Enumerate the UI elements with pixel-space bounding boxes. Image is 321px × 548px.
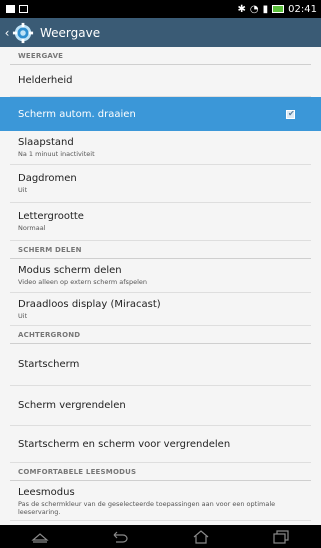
setting-summary: Video alleen op extern scherm afspelen [18,278,147,286]
setting-leesmodus[interactable]: Leesmodus Pas de schermkleur van de gese… [10,481,311,521]
battery-icon [272,5,285,13]
action-bar: ‹ Weergave [0,18,321,47]
collapse-icon[interactable] [30,529,50,545]
section-header-scherm-delen: SCHERM DELEN [10,241,311,259]
up-navigation-icon[interactable]: ‹ [2,26,12,40]
setting-dagdromen[interactable]: Dagdromen Uit [10,165,311,203]
setting-summary: Pas de schermkleur van de geselecteerde … [18,500,276,516]
setting-title: Draadloos display (Miracast) [18,298,161,310]
clock: 02:41 [288,3,317,15]
setting-title: Scherm autom. draaien [18,108,136,120]
setting-scherm-autom-draaien[interactable]: Scherm autom. draaien ✔ [0,97,321,131]
setting-scherm-vergrendelen[interactable]: Scherm vergrendelen [10,386,311,426]
setting-summary: Normaal [18,224,46,232]
setting-lettergrootte[interactable]: Lettergrootte Normaal [10,203,311,241]
setting-summary: Uit [18,186,28,194]
setting-title: Leesmodus [18,487,75,498]
notification-icon [6,5,15,13]
setting-title: Slaapstand [18,137,74,148]
setting-summary: Uit [18,311,28,320]
setting-startscherm-en-vergrendelen[interactable]: Startscherm en scherm voor vergrendelen [10,426,311,463]
setting-summary: Na 1 minuut inactiviteit [18,150,95,158]
navigation-bar [0,525,321,548]
setting-helderheid[interactable]: Helderheid [10,65,311,97]
setting-title: Startscherm [18,359,80,370]
signal-icon: ▮ [262,3,269,15]
setting-draadloos-display[interactable]: Draadloos display (Miracast) Uit [10,293,311,326]
screenshot-icon [19,5,28,13]
settings-gear-icon[interactable] [12,22,34,44]
setting-slaapstand[interactable]: Slaapstand Na 1 minuut inactiviteit [10,131,311,165]
page-title: Weergave [40,25,101,40]
section-header-comfortabele-leesmodus: COMFORTABELE LEESMODUS [10,463,311,481]
wifi-icon: ◔ [249,3,259,15]
section-header-weergave: WEERGAVE [10,47,311,65]
setting-title: Startscherm en scherm voor vergrendelen [18,438,231,450]
bluetooth-icon: ✱ [237,3,246,15]
status-bar: ✱ ◔ ▮ 02:41 [0,0,321,18]
setting-modus-scherm-delen[interactable]: Modus scherm delen Video alleen op exter… [10,259,311,293]
setting-startscherm[interactable]: Startscherm [10,344,311,386]
section-header-achtergrond: ACHTERGROND [10,326,311,344]
settings-list[interactable]: WEERGAVE Helderheid Scherm autom. draaie… [0,47,321,525]
setting-title: Helderheid [18,75,73,86]
checkmark-icon: ✔ [288,108,295,118]
back-icon[interactable] [110,529,130,545]
recent-apps-icon[interactable] [271,529,291,545]
setting-title: Modus scherm delen [18,265,122,276]
home-icon[interactable] [191,529,211,545]
setting-title: Lettergrootte [18,211,84,222]
setting-title: Dagdromen [18,173,77,184]
setting-title: Scherm vergrendelen [18,400,126,411]
autorotate-checkbox[interactable]: ✔ [286,108,295,119]
